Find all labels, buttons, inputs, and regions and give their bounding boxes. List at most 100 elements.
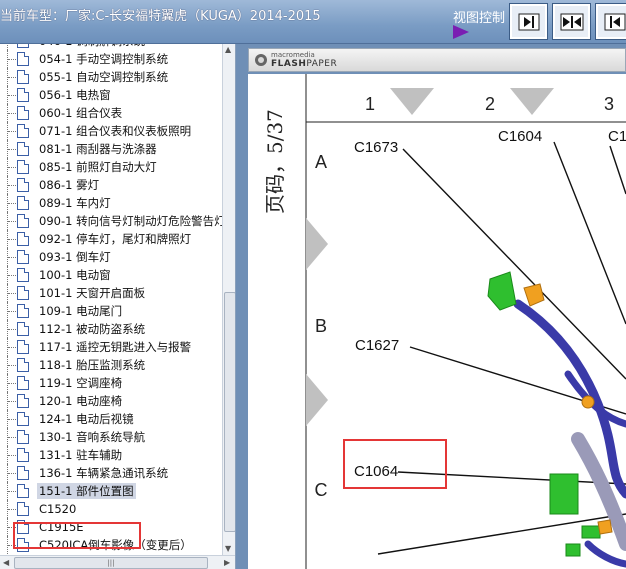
tree-item[interactable]: 131-1 驻车辅助 (0, 446, 222, 464)
tree-guide-line (8, 419, 16, 420)
tree-item-label: 136-1 车辆紧急通讯系统 (39, 466, 169, 480)
document-icon (17, 106, 29, 120)
tree-item[interactable]: C520ICA倒车影像（变更后） (0, 536, 222, 554)
tree-item[interactable]: 130-1 音响系统导航 (0, 428, 222, 446)
view-control-arrow-icon (453, 25, 469, 39)
tree-guide-line (8, 527, 16, 528)
scroll-up-icon[interactable]: ▲ (225, 45, 231, 54)
tree-item[interactable]: C1520 (0, 500, 222, 518)
row-marker (306, 218, 328, 270)
tree-item[interactable]: 120-1 电动座椅 (0, 392, 222, 410)
tree-item-label: 100-1 电动窗 (39, 268, 111, 282)
tree-guide-line (8, 203, 16, 204)
collapse-left-icon (518, 13, 540, 31)
scroll-left-icon[interactable]: ◀ (3, 558, 9, 567)
tree-guide-line (8, 95, 16, 96)
tree-guide-line (8, 167, 16, 168)
document-icon (17, 358, 29, 372)
document-icon (17, 124, 29, 138)
connector-label-c16: C16 (608, 128, 626, 145)
tree-item-label: 119-1 空调座椅 (39, 376, 123, 390)
tree-guide-line (8, 383, 16, 384)
tree-scroll-thumb[interactable] (224, 292, 235, 532)
scroll-down-icon[interactable]: ▼ (225, 544, 231, 553)
tree-guide-line (8, 509, 16, 510)
tree-item-label: 086-1 雾灯 (39, 178, 100, 192)
document-icon (17, 376, 29, 390)
tree-guide-line (8, 473, 16, 474)
center-split-button[interactable] (552, 3, 591, 40)
tree-item[interactable]: 054-1 手动空调控制系统 (0, 50, 222, 68)
tree-item[interactable]: 112-1 被动防盗系统 (0, 320, 222, 338)
tree-guide-line (8, 311, 16, 312)
tree-item[interactable]: 056-1 电热窗 (0, 86, 222, 104)
brand-flashpaper: FLASHPAPER (271, 59, 338, 69)
tree-item[interactable]: C1915E (0, 518, 222, 536)
tree-item[interactable]: 101-1 天窗开启面板 (0, 284, 222, 302)
leader-line (609, 145, 626, 195)
tree-item-label: 092-1 停车灯，尾灯和牌照灯 (39, 232, 192, 246)
tree-item[interactable]: 071-1 组合仪表和仪表板照明 (0, 122, 222, 140)
tree-guide-line (8, 59, 16, 60)
orange-connector (523, 283, 545, 307)
document-icon (17, 52, 29, 66)
flashpaper-toolbar: macromedia FLASHPAPER (248, 48, 626, 72)
tree-item[interactable]: 090-1 转向信号灯制动灯危险警告灯 (0, 212, 226, 230)
tree-item[interactable]: 109-1 电动尾门 (0, 302, 222, 320)
tree-item[interactable]: 124-1 电动后视镜 (0, 410, 222, 428)
tree-vertical-scrollbar[interactable]: ▲ ▼ (222, 44, 235, 555)
tree-item-selected[interactable]: 151-1 部件位置图 (0, 482, 222, 500)
tree-guide-line (8, 491, 16, 492)
tree-guide-line (8, 185, 16, 186)
view-control-label: 视图控制 (453, 11, 506, 26)
tree-guide-line (8, 545, 16, 546)
tree-item-label: 085-1 前照灯自动大灯 (39, 160, 157, 174)
tree-item-label: 089-1 车内灯 (39, 196, 111, 210)
connector-label-c1064: C1064 (354, 463, 398, 480)
document-icon (17, 160, 29, 174)
scroll-right-icon[interactable]: ▶ (224, 558, 230, 567)
tree-item[interactable]: 089-1 车内灯 (0, 194, 222, 212)
tree-hscroll-thumb[interactable]: ||| (14, 557, 208, 569)
tree-item[interactable]: 117-1 遥控无钥匙进入与报警 (0, 338, 222, 356)
tree-item-label: 090-1 转向信号灯制动灯危险警告灯 (39, 214, 226, 228)
component-location-diagram: 1 2 3 A B C C1673 C1604 C16 C1627 C1064 (305, 74, 626, 569)
tree-item[interactable]: 085-1 前照灯自动大灯 (0, 158, 222, 176)
tree-item[interactable]: 092-1 停车灯，尾灯和牌照灯 (0, 230, 222, 248)
tree-item-label: 124-1 电动后视镜 (39, 412, 134, 426)
leader-line (402, 148, 626, 380)
tree-item[interactable]: 119-1 空调座椅 (0, 374, 222, 392)
tree-item-label: 131-1 驻车辅助 (39, 448, 123, 462)
document-icon (17, 142, 29, 156)
document-icon (17, 394, 29, 408)
tree-list: 046-1 调制解调系统 054-1 手动空调控制系统 055-1 自动空调控制系统… (0, 44, 226, 554)
tree-item[interactable]: 055-1 自动空调控制系统 (0, 68, 222, 86)
tree-item[interactable]: 081-1 雨刮器与洗涤器 (0, 140, 222, 158)
tree-item-label: 055-1 自动空调控制系统 (39, 70, 169, 84)
tree-item-label: 112-1 被动防盗系统 (39, 322, 146, 336)
connector-label-c1604: C1604 (498, 128, 542, 145)
column-label-3: 3 (604, 94, 614, 114)
tree-item[interactable]: 136-1 车辆紧急通讯系统 (0, 464, 222, 482)
collapse-left-button[interactable] (509, 3, 548, 40)
tree-item[interactable]: 100-1 电动窗 (0, 266, 222, 284)
document-icon (17, 196, 29, 210)
tree-item-label: 151-1 部件位置图 (37, 483, 136, 499)
tree-item-label: 117-1 遥控无钥匙进入与报警 (39, 340, 192, 354)
tree-horizontal-scrollbar[interactable]: ◀ ||| ▶ (0, 555, 235, 569)
tree-item[interactable]: 086-1 雾灯 (0, 176, 222, 194)
document-page[interactable]: 页码，5/37 1 2 3 A B C C1673 C1604 C16 C162… (248, 74, 626, 569)
tree-guide-line (8, 131, 16, 132)
connector-label-c1673: C1673 (354, 139, 398, 156)
document-icon (17, 520, 29, 534)
green-module (549, 473, 579, 515)
tree-item-label: C520ICA倒车影像（变更后） (39, 538, 192, 552)
tree-item-label: 071-1 组合仪表和仪表板照明 (39, 124, 192, 138)
document-tree: 046-1 调制解调系统 054-1 手动空调控制系统 055-1 自动空调控制系统… (0, 44, 236, 569)
tree-item[interactable]: 060-1 组合仪表 (0, 104, 222, 122)
document-icon (17, 232, 29, 246)
tree-item[interactable]: 093-1 倒车灯 (0, 248, 222, 266)
expand-right-button[interactable] (595, 3, 626, 40)
tree-item[interactable]: 118-1 胎压监测系统 (0, 356, 222, 374)
column-marker (390, 88, 434, 115)
